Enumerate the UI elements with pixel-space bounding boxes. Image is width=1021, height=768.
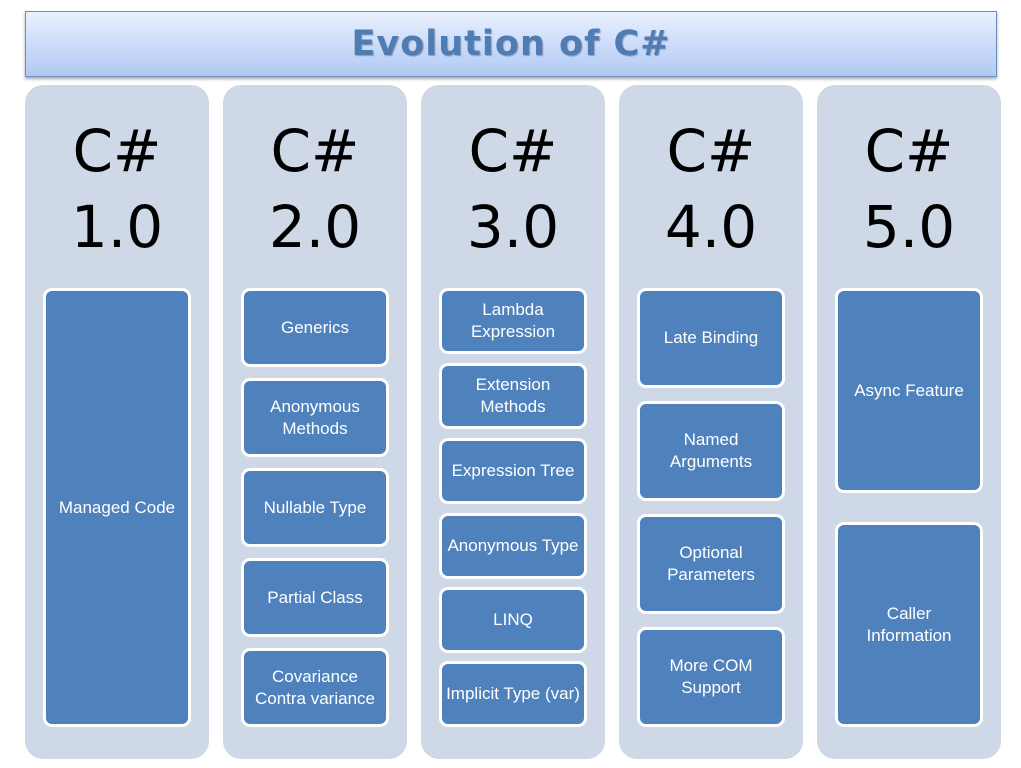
column-csharp-2-0: C# 2.0 Generics Anonymous Methods Nullab… [223,85,407,759]
title-banner: Evolution of C# [25,11,997,77]
diagram-title: Evolution of C# [351,24,671,64]
version-number: 3.0 [466,193,560,261]
feature-box: Generics [241,288,389,367]
feature-box: Expression Tree [439,438,587,504]
feature-box: Extension Methods [439,363,587,429]
column-csharp-5-0: C# 5.0 Async Feature Caller Information [817,85,1001,759]
feature-box: Late Binding [637,288,785,388]
language-name: C# [72,117,162,185]
feature-box: Managed Code [43,288,191,727]
feature-box: Anonymous Methods [241,378,389,457]
feature-box: LINQ [439,587,587,653]
version-number: 1.0 [70,193,164,261]
column-csharp-4-0: C# 4.0 Late Binding Named Arguments Opti… [619,85,803,759]
language-name: C# [864,117,954,185]
feature-box: Async Feature [835,288,983,493]
language-name: C# [666,117,756,185]
feature-box: More COM Support [637,627,785,727]
version-label: C# 3.0 [421,113,605,265]
feature-box: Optional Parameters [637,514,785,614]
column-csharp-1-0: C# 1.0 Managed Code [25,85,209,759]
column-csharp-3-0: C# 3.0 Lambda Expression Extension Metho… [421,85,605,759]
version-label: C# 1.0 [25,113,209,265]
version-label: C# 4.0 [619,113,803,265]
version-label: C# 2.0 [223,113,407,265]
version-number: 2.0 [268,193,362,261]
language-name: C# [270,117,360,185]
version-number: 5.0 [862,193,956,261]
feature-box: Nullable Type [241,468,389,547]
language-name: C# [468,117,558,185]
feature-box: Caller Information [835,522,983,727]
feature-box: Covariance Contra variance [241,648,389,727]
feature-box: Anonymous Type [439,513,587,579]
feature-box: Implicit Type (var) [439,661,587,727]
feature-box: Lambda Expression [439,288,587,354]
version-label: C# 5.0 [817,113,1001,265]
feature-box: Named Arguments [637,401,785,501]
version-number: 4.0 [664,193,758,261]
feature-box: Partial Class [241,558,389,637]
